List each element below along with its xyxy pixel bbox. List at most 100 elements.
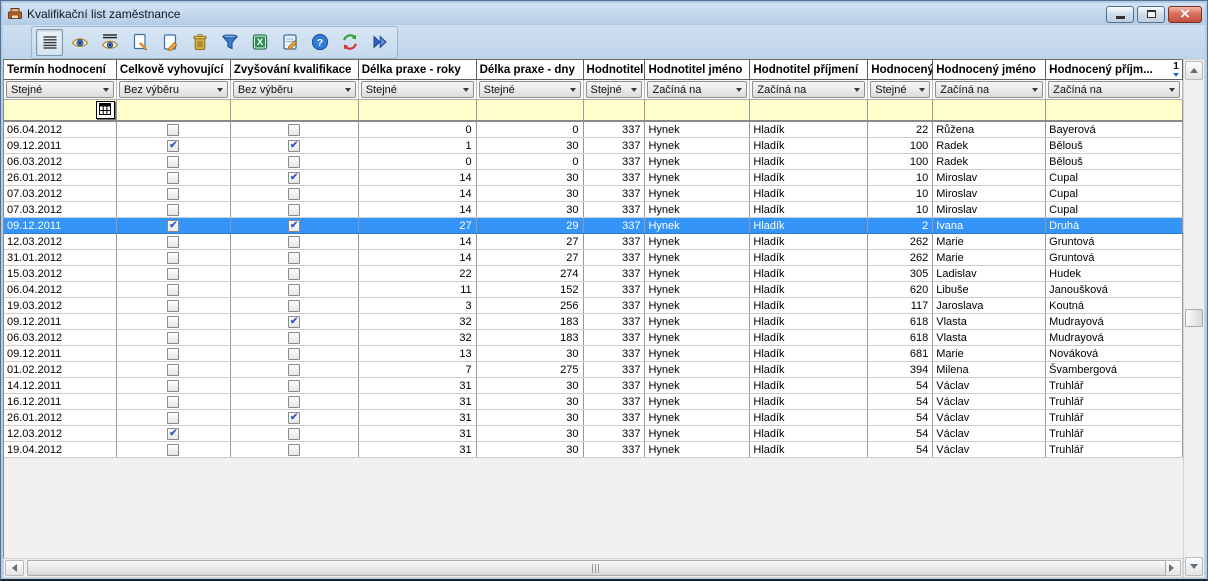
grid-cell[interactable]: Hladík bbox=[750, 202, 868, 217]
checkbox[interactable] bbox=[288, 364, 300, 376]
grid-cell[interactable] bbox=[117, 186, 231, 201]
grid-cell[interactable]: 337 bbox=[584, 186, 646, 201]
checkbox[interactable] bbox=[167, 316, 179, 328]
grid-cell[interactable]: Hladík bbox=[750, 362, 868, 377]
grid-cell[interactable] bbox=[117, 346, 231, 361]
grid-cell[interactable]: 681 bbox=[868, 346, 933, 361]
grid-cell[interactable]: 31 bbox=[359, 378, 477, 393]
checkbox[interactable] bbox=[167, 156, 179, 168]
checkbox[interactable] bbox=[167, 412, 179, 424]
grid-cell[interactable]: Truhlář bbox=[1046, 378, 1183, 393]
grid-cell[interactable]: Radek bbox=[933, 138, 1046, 153]
grid-cell[interactable]: Hladík bbox=[750, 186, 868, 201]
grid-cell[interactable]: 54 bbox=[868, 394, 933, 409]
checkbox[interactable] bbox=[167, 188, 179, 200]
grid-cell[interactable]: Hynek bbox=[645, 170, 750, 185]
table-row[interactable]: 26.01.20123130337HynekHladík54VáclavTruh… bbox=[4, 410, 1183, 426]
grid-cell[interactable]: 275 bbox=[477, 362, 584, 377]
filter-input-4[interactable] bbox=[477, 100, 584, 120]
grid-cell[interactable] bbox=[231, 202, 359, 217]
grid-cell[interactable]: Hladík bbox=[750, 266, 868, 281]
grid-cell[interactable]: 0 bbox=[477, 122, 584, 137]
table-row[interactable]: 12.03.20123130337HynekHladík54VáclavTruh… bbox=[4, 426, 1183, 442]
grid-cell[interactable]: 14.12.2011 bbox=[4, 378, 117, 393]
grid-cell[interactable]: Hynek bbox=[645, 314, 750, 329]
grid-cell[interactable]: Bělouš bbox=[1046, 138, 1183, 153]
grid-cell[interactable]: Hynek bbox=[645, 330, 750, 345]
filter-operator-select-2[interactable]: Bez výběru bbox=[233, 81, 356, 98]
grid-cell[interactable]: 06.03.2012 bbox=[4, 330, 117, 345]
grid-cell[interactable]: 31 bbox=[359, 426, 477, 441]
title-bar[interactable]: Kvalifikační list zaměstnance bbox=[3, 3, 1205, 25]
grid-cell[interactable] bbox=[117, 122, 231, 137]
grid-cell[interactable]: 06.04.2012 bbox=[4, 282, 117, 297]
checkbox[interactable] bbox=[288, 444, 300, 456]
grid-cell[interactable]: Václav bbox=[933, 378, 1046, 393]
grid-cell[interactable]: 11 bbox=[359, 282, 477, 297]
grid-cell[interactable]: 09.12.2011 bbox=[4, 314, 117, 329]
grid-cell[interactable]: 0 bbox=[359, 122, 477, 137]
grid-cell[interactable]: Hynek bbox=[645, 362, 750, 377]
grid-cell[interactable]: 337 bbox=[584, 362, 646, 377]
grid-cell[interactable]: Hynek bbox=[645, 218, 750, 233]
checkbox[interactable] bbox=[288, 332, 300, 344]
restore-button[interactable] bbox=[1137, 6, 1165, 23]
grid-cell[interactable]: Hynek bbox=[645, 266, 750, 281]
grid-cell[interactable] bbox=[231, 410, 359, 425]
scroll-down-button[interactable] bbox=[1185, 557, 1203, 576]
filter-input-9[interactable] bbox=[933, 100, 1046, 120]
grid-cell[interactable]: 19.03.2012 bbox=[4, 298, 117, 313]
grid-cell[interactable]: Cupal bbox=[1046, 202, 1183, 217]
grid-cell[interactable]: 1 bbox=[359, 138, 477, 153]
grid-cell[interactable]: 22 bbox=[359, 266, 477, 281]
grid-cell[interactable]: 07.03.2012 bbox=[4, 186, 117, 201]
filter-operator-select-4[interactable]: Stejné bbox=[479, 81, 581, 98]
grid-cell[interactable]: Hladík bbox=[750, 138, 868, 153]
grid-cell[interactable]: 394 bbox=[868, 362, 933, 377]
filter-input-2[interactable] bbox=[231, 100, 359, 120]
grid-cell[interactable]: Hynek bbox=[645, 154, 750, 169]
grid-cell[interactable]: 30 bbox=[477, 202, 584, 217]
vertical-scrollbar[interactable] bbox=[1183, 59, 1205, 578]
toolbar-button-list-view[interactable] bbox=[36, 29, 63, 56]
grid-cell[interactable]: Hynek bbox=[645, 122, 750, 137]
grid-cell[interactable]: 337 bbox=[584, 250, 646, 265]
grid-cell[interactable]: 2 bbox=[868, 218, 933, 233]
grid-cell[interactable] bbox=[117, 314, 231, 329]
grid-cell[interactable] bbox=[231, 394, 359, 409]
checkbox[interactable] bbox=[167, 140, 179, 152]
grid-cell[interactable]: 3 bbox=[359, 298, 477, 313]
grid-cell[interactable]: 30 bbox=[477, 138, 584, 153]
grid-cell[interactable]: 31 bbox=[359, 394, 477, 409]
grid-cell[interactable]: 31 bbox=[359, 442, 477, 457]
grid-cell[interactable] bbox=[231, 122, 359, 137]
grid-cell[interactable]: Milena bbox=[933, 362, 1046, 377]
grid-cell[interactable]: 26.01.2012 bbox=[4, 410, 117, 425]
grid-cell[interactable]: Cupal bbox=[1046, 170, 1183, 185]
grid-cell[interactable]: Miroslav bbox=[933, 170, 1046, 185]
vertical-scroll-thumb[interactable] bbox=[1185, 309, 1203, 327]
toolbar-button-more[interactable] bbox=[366, 29, 393, 56]
grid-cell[interactable] bbox=[231, 218, 359, 233]
grid-cell[interactable]: Hladík bbox=[750, 426, 868, 441]
grid-cell[interactable]: Hladík bbox=[750, 298, 868, 313]
grid-cell[interactable] bbox=[117, 410, 231, 425]
grid-cell[interactable]: 337 bbox=[584, 314, 646, 329]
grid-cell[interactable]: 31.01.2012 bbox=[4, 250, 117, 265]
grid-cell[interactable]: 29 bbox=[477, 218, 584, 233]
grid-cell[interactable]: 31 bbox=[359, 410, 477, 425]
grid-cell[interactable]: 262 bbox=[868, 250, 933, 265]
grid-cell[interactable]: 12.03.2012 bbox=[4, 234, 117, 249]
grid-cell[interactable]: Hynek bbox=[645, 234, 750, 249]
grid-cell[interactable]: Hladík bbox=[750, 346, 868, 361]
toolbar-button-filter[interactable] bbox=[216, 29, 243, 56]
checkbox[interactable] bbox=[167, 236, 179, 248]
grid-cell[interactable]: Radek bbox=[933, 154, 1046, 169]
grid-cell[interactable]: Jaroslava bbox=[933, 298, 1046, 313]
table-row[interactable]: 09.12.20112729337HynekHladík2IvanaDruhá bbox=[4, 218, 1183, 234]
checkbox[interactable] bbox=[167, 348, 179, 360]
checkbox[interactable] bbox=[167, 204, 179, 216]
grid-cell[interactable]: 01.02.2012 bbox=[4, 362, 117, 377]
checkbox[interactable] bbox=[288, 156, 300, 168]
date-picker-button[interactable] bbox=[96, 101, 115, 119]
